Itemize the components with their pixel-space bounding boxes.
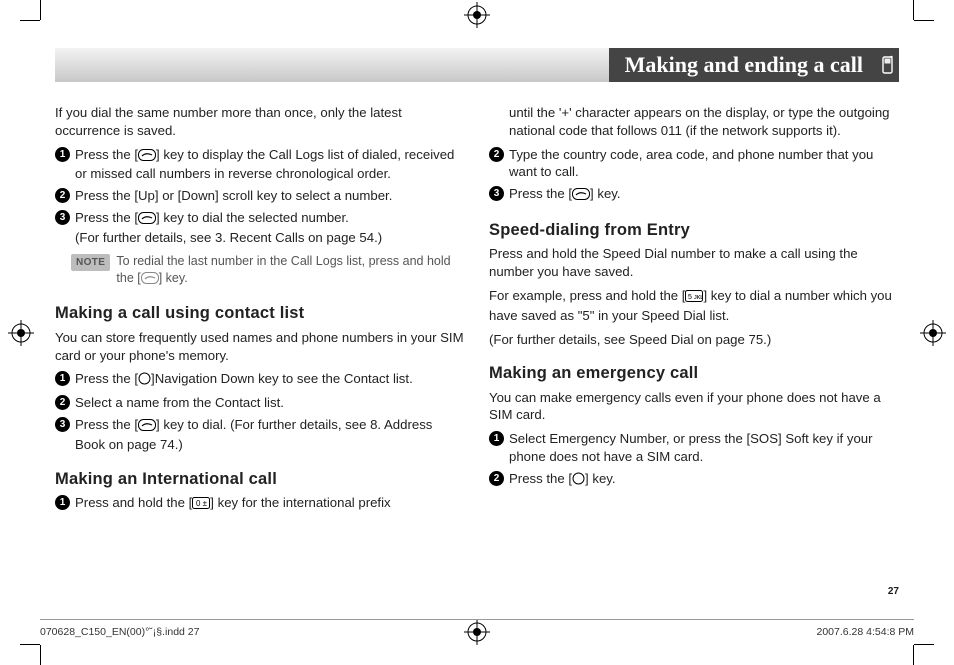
footer-left: 070628_C150_EN(00)°˘¡§.indd 27 — [40, 626, 199, 638]
step-item: 1 Press the [] key to display the Call L… — [55, 146, 465, 184]
body-text: until the '+' character appears on the d… — [489, 104, 899, 140]
step-item: 3 Press the [] key. — [489, 185, 899, 205]
section-heading: Making a call using contact list — [55, 302, 465, 324]
intro-text: If you dial the same number more than on… — [55, 104, 465, 140]
nav-key-icon — [138, 372, 151, 390]
section-heading: Speed-dialing from Entry — [489, 219, 899, 241]
step-item: 1 Select Emergency Number, or press the … — [489, 430, 899, 466]
phone-key-icon — [572, 187, 590, 205]
section-heading: Making an International call — [55, 468, 465, 490]
page-title: Making and ending a call — [609, 48, 877, 82]
svg-text:0 ±: 0 ± — [196, 499, 208, 508]
step-item: 2 Press the [Up] or [Down] scroll key to… — [55, 187, 465, 205]
step-item: 1 Press the []Navigation Down key to see… — [55, 370, 465, 390]
section-heading: Making an emergency call — [489, 362, 899, 384]
phone-key-icon — [138, 418, 156, 436]
step-item: 2 Press the [] key. — [489, 470, 899, 490]
document-page: Making and ending a call If you dial the… — [0, 0, 954, 665]
register-mark-icon — [464, 2, 490, 28]
body-text: For example, press and hold the [5 ᴊᴋʟ] … — [489, 287, 899, 325]
page-number: 27 — [888, 586, 899, 597]
step-item: 3 Press the [] key to dial the selected … — [55, 209, 465, 247]
phone-key-icon — [141, 272, 159, 289]
five-key-icon: 5 ᴊᴋʟ — [685, 289, 703, 307]
svg-text:5 ᴊᴋʟ: 5 ᴊᴋʟ — [688, 294, 703, 301]
phone-header-icon — [877, 48, 899, 82]
footer-right: 2007.6.28 4:54:8 PM — [817, 626, 915, 638]
body-text: Press and hold the Speed Dial number to … — [489, 245, 899, 281]
note-badge: NOTE — [71, 254, 110, 272]
step-item: 2 Select a name from the Contact list. — [55, 394, 465, 412]
step-item: 1 Press and hold the [0 ±] key for the i… — [55, 494, 465, 514]
left-column: If you dial the same number more than on… — [55, 100, 465, 518]
note: NOTE To redial the last number in the Ca… — [71, 253, 465, 289]
phone-key-icon — [138, 148, 156, 166]
register-mark-icon — [920, 320, 946, 346]
body-text: (For further details, see Speed Dial on … — [489, 331, 899, 349]
print-footer: 070628_C150_EN(00)°˘¡§.indd 27 2007.6.28… — [40, 619, 914, 647]
step-item: 3 Press the [] key to dial. (For further… — [55, 416, 465, 454]
phone-key-icon — [138, 211, 156, 229]
body-text: You can store frequently used names and … — [55, 329, 465, 365]
zero-key-icon: 0 ± — [192, 496, 210, 514]
page-content: Making and ending a call If you dial the… — [55, 48, 899, 595]
page-header: Making and ending a call — [55, 48, 899, 82]
nav-key-icon — [572, 472, 585, 490]
body-text: You can make emergency calls even if you… — [489, 389, 899, 425]
register-mark-icon — [8, 320, 34, 346]
step-item: 2 Type the country code, area code, and … — [489, 146, 899, 182]
right-column: until the '+' character appears on the d… — [489, 100, 899, 518]
note-text: To redial the last number in the Call Lo… — [116, 253, 465, 289]
